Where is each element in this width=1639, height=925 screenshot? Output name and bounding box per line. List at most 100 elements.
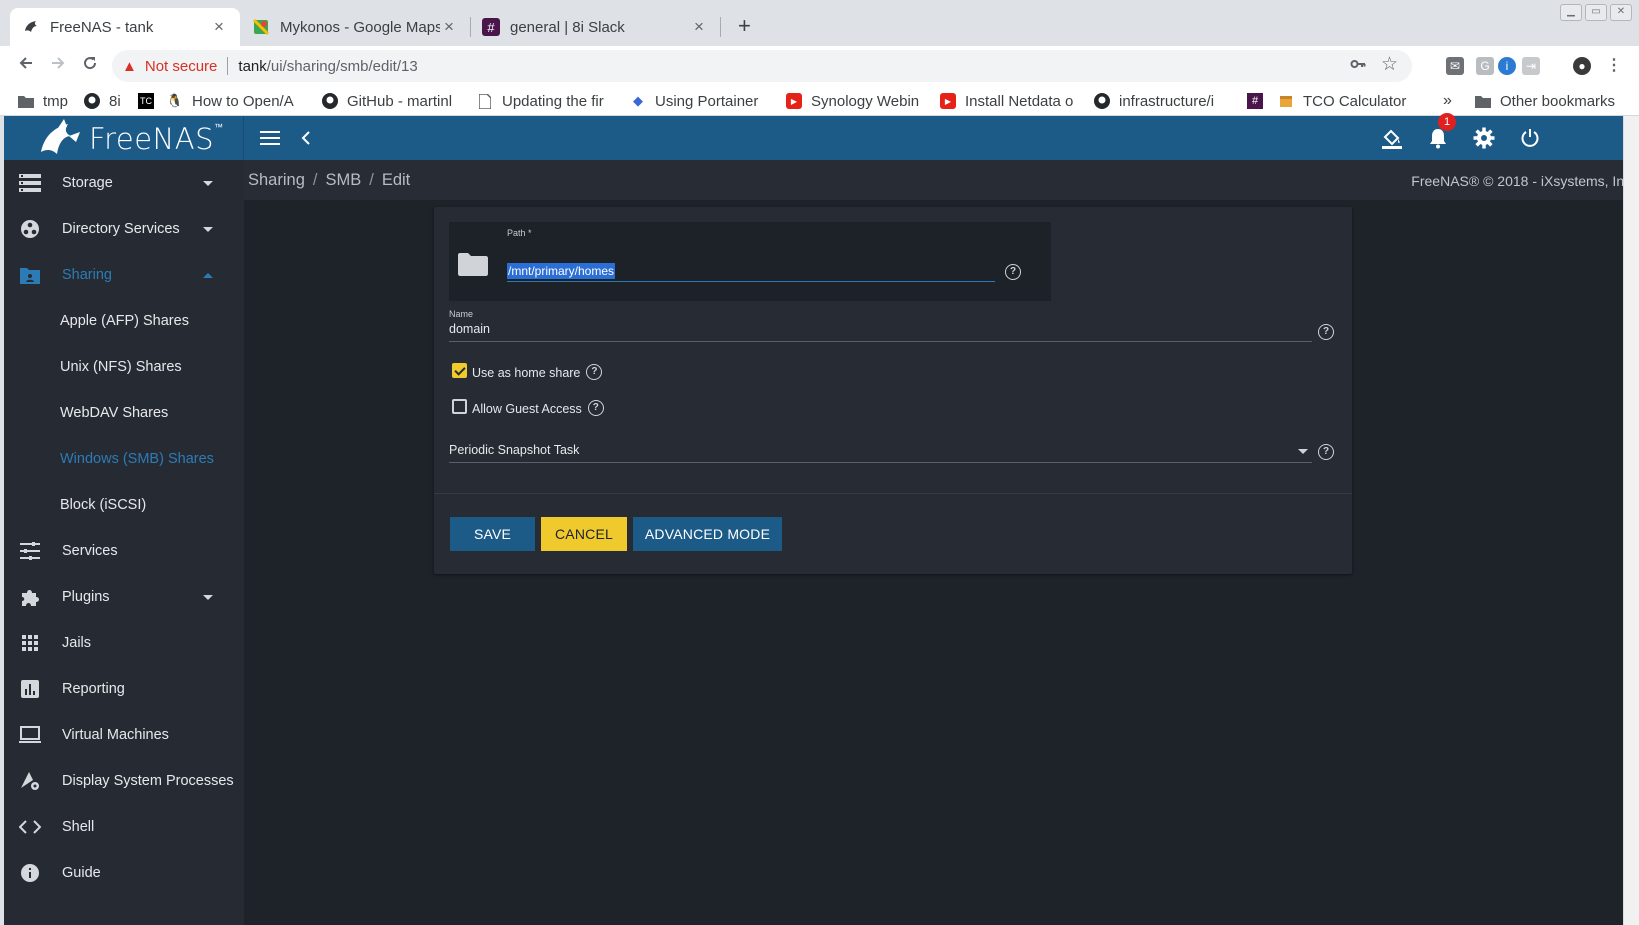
bookmark-tco-calculator[interactable]: TCO Calculator xyxy=(1278,91,1428,111)
snapshot-help-icon[interactable]: ? xyxy=(1318,444,1334,460)
sidebar-item-system-processes[interactable]: Display System Processes xyxy=(4,758,244,804)
freenas-shark-icon xyxy=(41,119,80,154)
bookmark-updating[interactable]: Updating the fir xyxy=(477,91,615,111)
chevron-left-icon xyxy=(301,131,310,145)
path-input[interactable]: /mnt/primary/homes xyxy=(507,260,995,282)
sidebar-item-label: Storage xyxy=(62,175,113,191)
collapse-sidebar-button[interactable] xyxy=(292,124,320,152)
bookmark-netdata[interactable]: ▶ Install Netdata o xyxy=(940,91,1078,111)
guest-access-checkbox-row[interactable]: Allow Guest Access ? xyxy=(452,397,604,416)
bookmark-tmp[interactable]: tmp xyxy=(18,91,76,111)
warning-icon[interactable]: ▲ xyxy=(122,58,137,75)
reload-button[interactable] xyxy=(76,52,104,80)
github-icon xyxy=(84,93,100,109)
sidebar-subitem-webdav[interactable]: WebDAV Shares xyxy=(4,390,244,436)
close-window-button[interactable]: ✕ xyxy=(1610,4,1632,21)
bookmark-slack[interactable]: # xyxy=(1247,91,1267,111)
sidebar-subitem-smb[interactable]: Windows (SMB) Shares xyxy=(4,436,244,482)
sidebar-item-virtual-machines[interactable]: Virtual Machines xyxy=(4,712,244,758)
forward-button[interactable] xyxy=(44,52,72,80)
teamcity-icon: TC xyxy=(138,93,154,109)
tab-divider xyxy=(720,17,721,37)
address-divider xyxy=(227,57,229,75)
slack-icon: # xyxy=(1247,93,1263,109)
menu-toggle-button[interactable] xyxy=(256,124,284,152)
save-button[interactable]: SAVE xyxy=(450,517,535,551)
guest-access-help-icon[interactable]: ? xyxy=(587,400,604,416)
minimize-window-button[interactable]: ▁ xyxy=(1560,4,1582,21)
url-host: tank xyxy=(238,57,267,75)
extension-cast-icon[interactable]: ⇥ xyxy=(1522,57,1540,75)
bookmark-star-icon[interactable]: ☆ xyxy=(1381,53,1398,76)
close-tab-icon[interactable]: × xyxy=(690,17,708,37)
bookmark-portainer[interactable]: ◆ Using Portainer xyxy=(630,91,770,111)
sidebar-item-guide[interactable]: Guide xyxy=(4,850,244,896)
maximize-window-button[interactable]: ▭ xyxy=(1585,4,1607,21)
chrome-menu-icon[interactable]: ⋮ xyxy=(1605,57,1623,75)
close-tab-icon[interactable]: × xyxy=(440,17,458,37)
name-input[interactable]: domain xyxy=(449,322,1312,342)
gear-icon xyxy=(1473,127,1495,149)
theme-button[interactable] xyxy=(1378,124,1406,152)
power-icon xyxy=(1521,129,1539,147)
sidebar-subitem-nfs[interactable]: Unix (NFS) Shares xyxy=(4,344,244,390)
password-key-icon[interactable] xyxy=(1350,56,1366,76)
cancel-button[interactable]: CANCEL xyxy=(541,517,627,551)
path-help-icon[interactable]: ? xyxy=(1005,264,1021,280)
extension-grammarly-icon[interactable]: G xyxy=(1476,57,1494,75)
copyright: FreeNAS® © 2018 - iXsystems, Inc. xyxy=(1411,173,1635,189)
browser-toolbar: ▲ Not secure tank /ui/sharing/smb/edit/1… xyxy=(0,46,1639,86)
sidebar-subitem-label: Unix (NFS) Shares xyxy=(60,359,182,375)
folder-icon xyxy=(1475,93,1491,109)
page-scrollbar[interactable] xyxy=(1623,116,1639,925)
breadcrumb-sharing[interactable]: Sharing xyxy=(248,171,305,190)
bookmark-teamcity[interactable]: TC xyxy=(138,91,158,111)
home-share-checkbox-row[interactable]: Use as home share ? xyxy=(452,361,603,380)
tab-freenas[interactable]: FreeNAS - tank × xyxy=(10,8,240,46)
sidebar-subitem-iscsi[interactable]: Block (iSCSI) xyxy=(4,482,244,528)
sidebar-item-storage[interactable]: Storage xyxy=(4,160,244,206)
chevron-up-icon xyxy=(203,272,213,278)
bookmark-infrastructure[interactable]: infrastructure/i xyxy=(1094,91,1232,111)
name-help-icon[interactable]: ? xyxy=(1318,324,1334,340)
address-bar[interactable]: ▲ Not secure tank /ui/sharing/smb/edit/1… xyxy=(112,50,1412,82)
logo[interactable]: FreeNAS™ xyxy=(4,116,244,160)
sidebar-item-label: Services xyxy=(62,543,118,559)
sidebar-item-sharing[interactable]: Sharing xyxy=(4,252,244,298)
bookmark-synology[interactable]: ▶ Synology Webin xyxy=(786,91,924,111)
tab-google-maps[interactable]: Mykonos - Google Maps × xyxy=(240,8,470,46)
settings-button[interactable] xyxy=(1470,124,1498,152)
tab-slack[interactable]: # general | 8i Slack × xyxy=(470,8,720,46)
sidebar-subitem-afp[interactable]: Apple (AFP) Shares xyxy=(4,298,244,344)
sidebar-subitem-label: Apple (AFP) Shares xyxy=(60,313,189,329)
sidebar-item-shell[interactable]: Shell xyxy=(4,804,244,850)
sidebar-item-reporting[interactable]: Reporting xyxy=(4,666,244,712)
periodic-snapshot-select[interactable]: Periodic Snapshot Task xyxy=(449,443,1312,463)
sidebar-item-directory-services[interactable]: Directory Services xyxy=(4,206,244,252)
sidebar-item-plugins[interactable]: Plugins xyxy=(4,574,244,620)
bookmark-label: tmp xyxy=(43,92,69,110)
sidebar-item-jails[interactable]: Jails xyxy=(4,620,244,666)
other-bookmarks[interactable]: Other bookmarks xyxy=(1475,91,1635,111)
security-warning[interactable]: Not secure xyxy=(145,58,218,75)
profile-avatar[interactable]: ● xyxy=(1573,57,1591,75)
new-tab-button[interactable]: + xyxy=(738,13,751,39)
sidebar-item-services[interactable]: Services xyxy=(4,528,244,574)
bookmark-8i[interactable]: 8i xyxy=(84,91,124,111)
folder-icon[interactable] xyxy=(458,252,488,276)
breadcrumb: Sharing / SMB / Edit xyxy=(248,171,410,190)
breadcrumb-smb[interactable]: SMB xyxy=(325,171,361,190)
close-tab-icon[interactable]: × xyxy=(210,17,228,37)
bookmarks-overflow-button[interactable]: » xyxy=(1443,91,1459,111)
bookmark-github-martinl[interactable]: GitHub - martinl xyxy=(322,91,460,111)
guest-access-checkbox[interactable] xyxy=(452,398,467,414)
home-share-checkbox[interactable] xyxy=(452,362,467,378)
back-button[interactable] xyxy=(12,52,40,80)
box-icon xyxy=(1278,93,1294,109)
extension-onepassword-icon[interactable]: i xyxy=(1498,57,1516,75)
power-button[interactable] xyxy=(1516,124,1544,152)
advanced-mode-button[interactable]: ADVANCED MODE xyxy=(633,517,782,551)
extension-mail-icon[interactable]: ✉ xyxy=(1446,57,1464,75)
home-share-help-icon[interactable]: ? xyxy=(586,364,603,380)
bookmark-how-to-open[interactable]: 🐧 How to Open/A xyxy=(167,91,305,111)
